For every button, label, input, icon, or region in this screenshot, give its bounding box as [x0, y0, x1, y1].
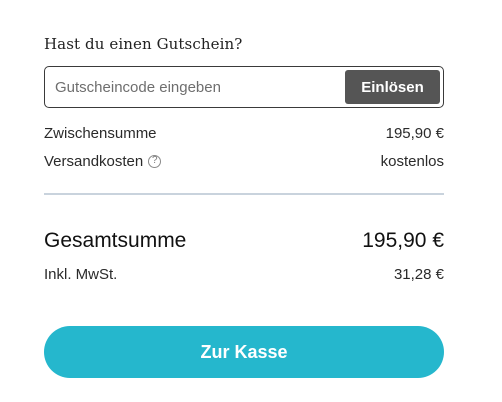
shipping-label-group: Versandkosten ?: [44, 152, 162, 170]
vat-row: Inkl. MwSt. 31,28 €: [44, 264, 444, 284]
subtotal-label: Zwischensumme: [44, 124, 157, 142]
voucher-code-input[interactable]: [45, 67, 342, 107]
subtotal-value: 195,90 €: [385, 124, 444, 142]
shipping-value: kostenlos: [380, 152, 444, 170]
question-icon[interactable]: ?: [148, 154, 162, 168]
total-row: Gesamtsumme 195,90 €: [44, 228, 444, 254]
shipping-label: Versandkosten: [44, 152, 144, 170]
total-value: 195,90 €: [362, 229, 444, 252]
summary-divider: [44, 193, 444, 195]
checkout-button[interactable]: Zur Kasse: [44, 326, 444, 378]
shipping-row: Versandkosten ? kostenlos: [44, 151, 444, 171]
voucher-form: Einlösen: [44, 66, 444, 108]
redeem-voucher-button[interactable]: Einlösen: [345, 70, 440, 104]
vat-value: 31,28 €: [393, 265, 444, 283]
total-label: Gesamtsumme: [44, 229, 187, 252]
subtotal-row: Zwischensumme 195,90 €: [44, 123, 444, 143]
voucher-title: Hast du einen Gutschein?: [44, 35, 243, 53]
vat-label: Inkl. MwSt.: [44, 265, 118, 283]
